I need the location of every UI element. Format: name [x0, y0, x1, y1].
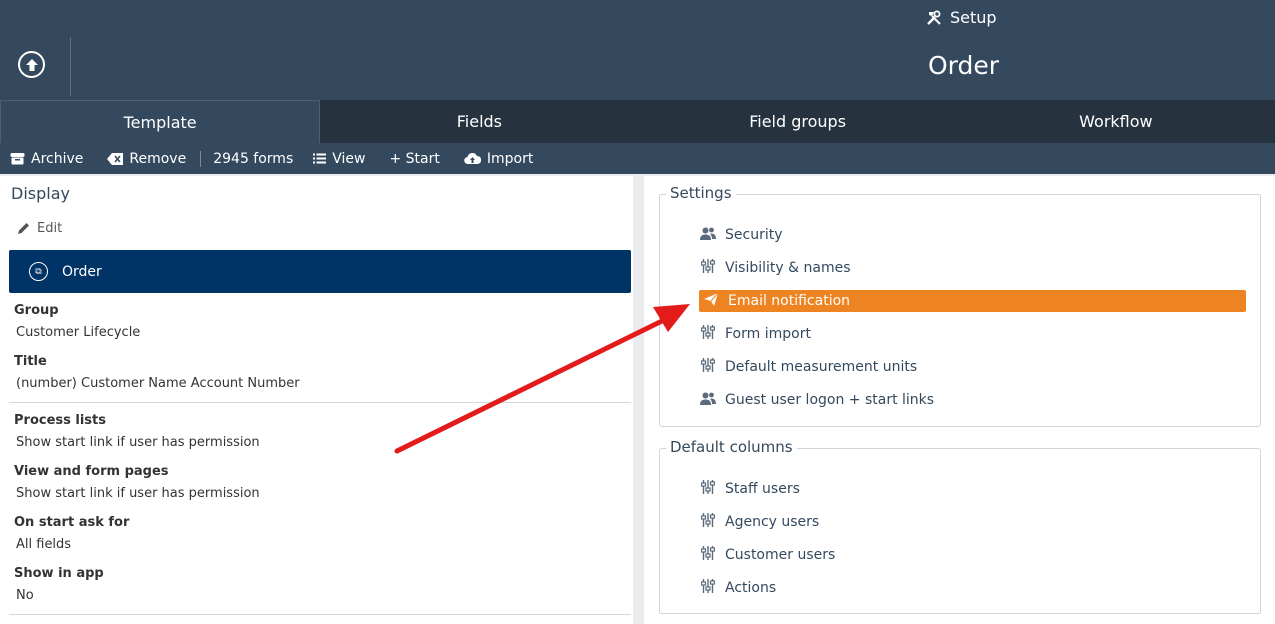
field-divider	[9, 614, 631, 615]
sliders-icon	[700, 325, 716, 343]
archive-label: Archive	[31, 150, 84, 167]
field-value-group: Customer Lifecycle	[16, 325, 141, 340]
columns-item-label: Actions	[725, 580, 777, 596]
settings-panel: Settings Security Visibility & names Ema…	[644, 176, 1275, 624]
columns-item-label: Agency users	[725, 514, 820, 530]
columns-item-actions[interactable]: Actions	[700, 577, 776, 599]
edit-link[interactable]: Edit	[17, 221, 62, 236]
tab-fields[interactable]: Fields	[320, 100, 638, 143]
field-label-show-in-app: Show in app	[14, 566, 104, 581]
import-label: Import	[486, 150, 534, 167]
settings-title: Settings	[666, 184, 736, 202]
sliders-icon	[700, 480, 716, 498]
archive-icon	[10, 153, 25, 165]
settings-item-security[interactable]: Security	[700, 224, 783, 246]
backspace-icon	[107, 152, 124, 165]
settings-item-default-measurement-units[interactable]: Default measurement units	[700, 356, 917, 378]
display-title: Display	[11, 184, 70, 203]
setup-label: Setup	[950, 8, 997, 27]
toolbar: Archive Remove 2945 forms View + Start I…	[0, 143, 1275, 174]
remove-button[interactable]: Remove	[107, 151, 186, 167]
columns-item-agency-users[interactable]: Agency users	[700, 511, 819, 533]
field-value-process-lists: Show start link if user has permission	[16, 435, 260, 450]
settings-item-form-import[interactable]: Form import	[700, 323, 811, 345]
pencil-icon	[18, 223, 29, 234]
users-icon	[700, 392, 716, 409]
columns-item-label: Customer users	[725, 547, 836, 563]
cloud-upload-icon	[464, 152, 481, 165]
settings-item-email-notification[interactable]: Email notification	[699, 290, 1246, 312]
settings-item-label: Guest user logon + start links	[725, 392, 935, 408]
field-label-process-lists: Process lists	[14, 413, 106, 428]
settings-item-label: Visibility & names	[725, 260, 851, 276]
header-divider	[70, 37, 71, 96]
sliders-icon	[700, 358, 716, 376]
start-label: + Start	[389, 150, 440, 167]
field-label-on-start: On start ask for	[14, 515, 130, 530]
settings-group: Settings Security Visibility & names Ema…	[659, 184, 1261, 427]
settings-item-visibility-names[interactable]: Visibility & names	[700, 257, 851, 279]
tab-field-groups[interactable]: Field groups	[639, 100, 957, 143]
field-divider	[9, 402, 631, 403]
sliders-icon	[700, 579, 716, 597]
field-label-view-form-pages: View and form pages	[14, 464, 169, 479]
copy-icon: ⧉	[29, 262, 48, 281]
users-icon	[700, 227, 716, 244]
settings-item-label: Form import	[725, 326, 811, 342]
view-label: View	[332, 150, 366, 167]
tab-workflow[interactable]: Workflow	[957, 100, 1275, 143]
field-value-title: (number) Customer Name Account Number	[16, 376, 300, 391]
settings-item-guest-user-logon[interactable]: Guest user logon + start links	[700, 389, 934, 411]
sliders-icon	[700, 546, 716, 564]
list-icon	[313, 153, 327, 164]
archive-button[interactable]: Archive	[10, 151, 83, 167]
field-label-group: Group	[14, 303, 59, 318]
default-columns-group: Default columns Staff users Agency users…	[659, 438, 1261, 614]
settings-item-label: Default measurement units	[725, 359, 918, 375]
sliders-icon	[700, 259, 716, 277]
forms-count[interactable]: 2945 forms	[213, 151, 293, 167]
columns-item-customer-users[interactable]: Customer users	[700, 544, 835, 566]
selected-template-label: Order	[62, 263, 102, 280]
view-button[interactable]: View	[313, 151, 365, 167]
columns-item-staff-users[interactable]: Staff users	[700, 478, 800, 500]
setup-link[interactable]: Setup	[926, 8, 997, 27]
field-label-title: Title	[14, 354, 47, 369]
top-header: Setup Order	[0, 0, 1275, 100]
display-panel: Display Edit ⧉ Order Group Customer Life…	[0, 176, 640, 624]
toolbar-separator	[200, 150, 202, 167]
settings-item-label: Email notification	[728, 293, 851, 309]
paper-plane-icon	[703, 292, 719, 310]
edit-label: Edit	[37, 221, 63, 236]
tools-icon	[927, 10, 941, 25]
upload-button[interactable]	[18, 51, 45, 78]
import-button[interactable]: Import	[464, 151, 533, 167]
start-button[interactable]: + Start	[389, 151, 439, 167]
field-value-view-form-pages: Show start link if user has permission	[16, 486, 260, 501]
tab-template[interactable]: Template	[0, 100, 321, 143]
tab-bar: Template Fields Field groups Workflow	[0, 100, 1275, 143]
sliders-icon	[700, 513, 716, 531]
field-value-on-start: All fields	[16, 537, 72, 552]
arrow-up-icon	[25, 58, 38, 71]
settings-item-label: Security	[725, 227, 783, 243]
page-title: Order	[928, 51, 1000, 80]
field-value-show-in-app: No	[16, 588, 34, 603]
selected-template-bar[interactable]: ⧉ Order	[9, 250, 631, 293]
remove-label: Remove	[129, 150, 187, 167]
default-columns-title: Default columns	[666, 438, 797, 456]
columns-item-label: Staff users	[725, 481, 800, 497]
